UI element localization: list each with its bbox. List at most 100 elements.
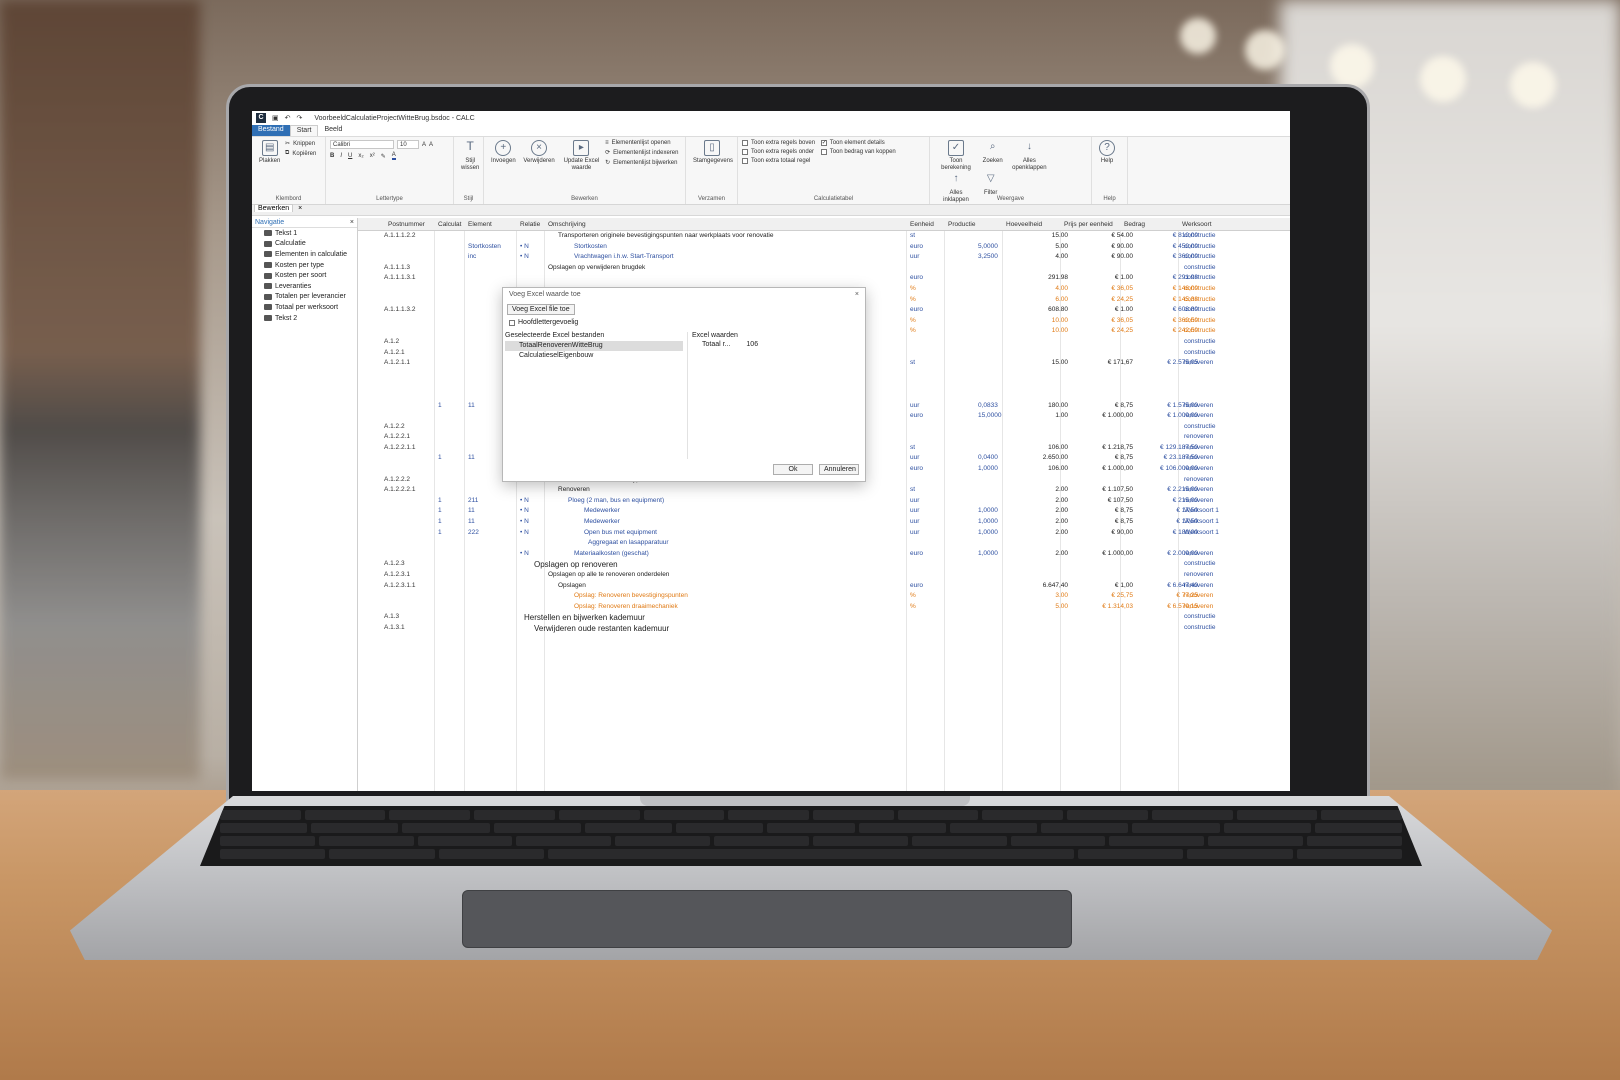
elementlist-update-button[interactable]: ↻ Elementenlijst bijwerken [605,159,678,167]
grow-font-icon[interactable]: A [422,142,426,148]
checkbox[interactable] [509,319,515,326]
copy-button[interactable]: ⧉ Kopiëren [285,150,316,157]
col-element[interactable]: Element [468,221,492,228]
close-icon[interactable]: × [855,291,859,299]
table-row[interactable]: 1 11 • N Medewerker uur 1,0000 2.00 € 8,75 € 17,… [358,517,1290,528]
group-stijl: T Stijl wissen Stijl [454,137,484,204]
value-name: Totaal r... [702,341,731,348]
option-extra-total-row[interactable]: Toon extra totaal regel [742,158,815,164]
checkbox[interactable] [742,158,748,164]
folder-icon [264,251,272,258]
checkbox[interactable] [742,140,748,146]
table-row[interactable]: A.1.3 Herstellen en bijwerken kademuur con… [358,612,1290,623]
master-data-button[interactable]: ▯ Stamgegevens [693,140,733,165]
tab-bewerken[interactable]: Bewerken [254,204,294,212]
show-calculation-button[interactable]: ✓ Toon berekening [937,140,975,172]
table-row[interactable]: A.1.1.1.2.2 Transporteren originele beves… [358,231,1290,242]
col-relatie[interactable]: Relatie [520,221,540,228]
table-row[interactable]: 1 222 • N Open bus met equipment uur 1,0000 2.… [358,528,1290,539]
expand-all-button[interactable]: ↓ Alles openklappen [1010,140,1048,172]
table-row[interactable]: A.1.3.1 Verwijderen oude restanten kademu… [358,623,1290,634]
cell-werksoort: renoveren [1184,412,1214,420]
nav-item[interactable]: Totalen per leverancier [252,292,357,303]
tab-start[interactable]: Start [289,125,319,136]
font-size-select[interactable]: 10 [397,140,419,149]
nav-item[interactable]: Tekst 2 [252,313,357,324]
redo-icon[interactable]: ↷ [297,114,303,122]
list-item[interactable]: TotaalRenoverenWitteBrug [505,341,683,351]
nav-item[interactable]: Totaal per werksoort [252,302,357,313]
cell-eenheid: uur [910,518,920,526]
nav-item[interactable]: Elementen in calculatie [252,249,357,260]
col-bedrag[interactable]: Bedrag [1124,221,1145,228]
bold-icon[interactable]: B [330,153,334,159]
table-row[interactable]: Opslag: Renoveren draaimechaniek% 5.00 € 1… [358,602,1290,613]
table-row[interactable]: 1 11 • N Medewerker uur 1,0000 2.00 € 8,75 € 17,… [358,506,1290,517]
nav-item[interactable]: Kosten per soort [252,270,357,281]
underline-icon[interactable]: U [348,153,352,159]
highlight-icon[interactable]: ✎ [381,153,386,160]
elementlist-index-button[interactable]: ⟳ Elementenlijst indexeren [605,149,678,157]
nav-item[interactable]: Tekst 1 [252,228,357,239]
option-extra-rows-above[interactable]: Toon extra regels boven [742,140,815,146]
option-header-amounts[interactable]: Toon bedrag van koppen [820,149,896,155]
checkbox-checked[interactable]: ✓ [820,140,827,146]
table-row[interactable]: A.1.2.3.1.1 Opslagen euro 6.647,40 € 1,00 € 6… [358,581,1290,592]
help-button[interactable]: ? Help [1099,140,1115,165]
table-row[interactable]: A.1.1.1.3.1 euro 291.98 € 1.00 € 291.98 const… [358,273,1290,284]
insert-button[interactable]: + Invoegen [491,140,516,165]
search-button[interactable]: ⌕ Zoeken [983,140,1003,165]
checkbox[interactable] [820,149,827,155]
table-row[interactable]: Stortkosten • N Stortkosten euro 5,0000 5.00 €… [358,242,1290,253]
col-eenheid[interactable]: Eenheid [910,221,934,228]
table-row[interactable]: Opslag: Renoveren bevestigingspunten% 3.0… [358,591,1290,602]
nav-item[interactable]: Leveranties [252,281,357,292]
elementlist-open-button[interactable]: ≡ Elementenlijst openen [605,140,678,146]
delete-button[interactable]: × Verwijderen [523,140,555,165]
table-row[interactable]: A.1.2.2.2.1 Renoveren st 2.00 € 1.107,50 € 2.… [358,485,1290,496]
col-hoeveelheid[interactable]: Hoeveelheid [1006,221,1042,228]
col-werksoort[interactable]: Werksoort [1182,221,1212,228]
nav-item[interactable]: Calculatie [252,239,357,250]
list-item[interactable]: Totaal r... 106 [692,341,863,348]
tab-bestand[interactable]: Bestand [252,125,290,136]
table-row[interactable]: A.1.1.1.3 Opslagen op verwijderen brugdek… [358,263,1290,274]
col-calculat[interactable]: Calculat [438,221,461,228]
col-postnummer[interactable]: Postnummer [388,221,425,228]
add-excel-file-button[interactable]: Voeg Excel file toe [507,304,575,315]
nav-item[interactable]: Kosten per type [252,260,357,271]
close-tab-icon[interactable]: × [295,205,305,212]
case-sensitive-option[interactable]: Hoofdlettergevoelig [503,317,865,328]
font-color-icon[interactable]: A [391,152,396,160]
option-extra-rows-below[interactable]: Toon extra regels onder [742,149,815,155]
save-icon[interactable]: ▣ [272,114,279,122]
tab-beeld[interactable]: Beeld [318,125,348,136]
superscript-icon[interactable]: x² [370,153,375,159]
shrink-font-icon[interactable]: A [429,142,433,148]
cut-button[interactable]: ✂ Knippen [285,140,316,148]
list-item[interactable]: CalculatieselEigenbouw [505,351,683,361]
font-select[interactable]: Calibri [330,140,394,149]
clear-style-button[interactable]: T Stijl wissen [461,140,479,172]
subscript-icon[interactable]: x₂ [358,153,363,159]
table-row[interactable]: 1 211 • N Ploeg (2 man, bus en equipment) uu… [358,496,1290,507]
table-row[interactable]: • N Materiaalkosten (geschat) euro 1,0000 2.… [358,549,1290,560]
undo-icon[interactable]: ↶ [285,114,291,122]
col-omschrijving[interactable]: Omschrijving [548,221,586,228]
option-element-details[interactable]: ✓ Toon element details [820,140,896,146]
col-prijs-per-eenheid[interactable]: Prijs per eenheid [1064,221,1113,228]
table-row[interactable]: A.1.2.3.1 Opslagen op alle te renoveren o… [358,570,1290,581]
cell-postnummer: A.1.1.1.3 [384,263,411,271]
table-row[interactable]: Aggregaat en lasapparatuur [358,538,1290,549]
italic-icon[interactable]: I [340,153,342,159]
paste-button[interactable]: ▤ Plakken [259,140,280,165]
col-productie[interactable]: Productie [948,221,975,228]
update-excel-button[interactable]: ▸ Update Excel waarde [562,140,600,172]
filter-button[interactable]: ▽ Filter [983,172,999,197]
checkbox[interactable] [742,149,748,155]
table-row[interactable]: A.1.2.3 Opslagen op renoveren constructie [358,559,1290,570]
cancel-button[interactable]: Annuleren [819,464,859,475]
close-icon[interactable]: × [350,219,354,226]
ok-button[interactable]: Ok [773,464,813,475]
table-row[interactable]: inc • N Vrachtwagen i.h.w. Start-Transport… [358,252,1290,263]
